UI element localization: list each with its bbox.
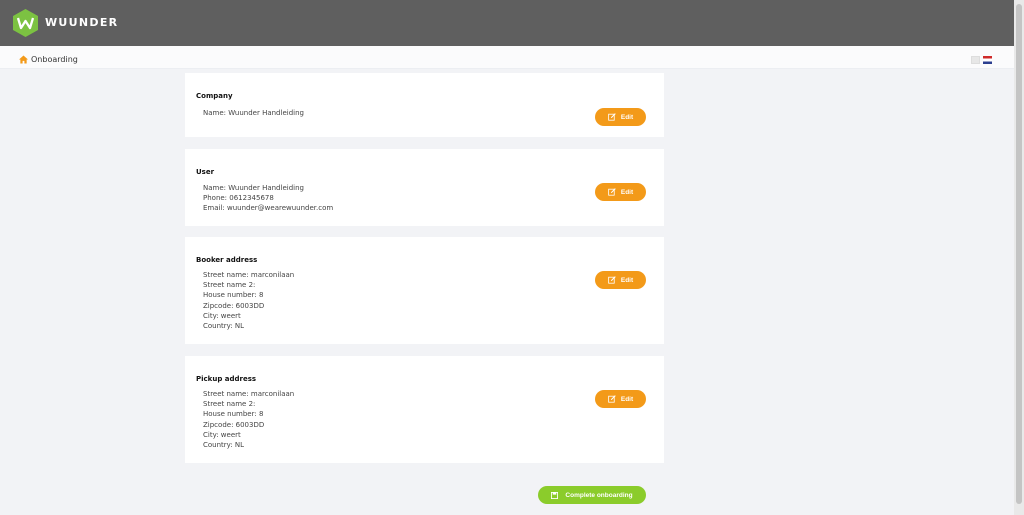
card-title: Company [196,92,233,100]
edit-icon [608,395,616,403]
detail-line: Phone: 0612345678 [203,194,274,203]
edit-icon [608,188,616,196]
card-details: Street name: marconilaan Street name 2: … [203,389,294,450]
detail-line: Country: NL [203,322,245,331]
detail-line: House number: 8 [203,410,264,419]
language-switcher [971,56,992,64]
user-card: User Name: Wuunder Handleiding Phone: 06… [185,149,664,226]
save-icon [551,491,559,499]
edit-icon [608,113,616,121]
breadcrumb-label: Onboarding [31,55,78,64]
edit-pickup-address-button[interactable]: Edit [595,390,646,408]
top-navbar: WUUNDER [0,0,1014,46]
company-card: Company Name: Wuunder Handleiding Edit [185,73,664,137]
detail-line: City: weert [203,311,241,320]
edit-label: Edit [620,276,634,284]
card-details: Street name: marconilaan Street name 2: … [203,270,294,331]
detail-line: Name: Wuunder Handleiding [203,109,304,117]
edit-company-button[interactable]: Edit [595,108,646,126]
edit-icon [608,276,616,284]
detail-line: Name: Wuunder Handleiding [203,184,304,192]
detail-line: Country: NL [203,441,245,450]
wuunder-logo-icon[interactable] [13,9,38,37]
brand-name: WUUNDER [45,16,119,29]
card-title: Booker address [196,256,258,264]
detail-line: Email: wuunder@wearewuunder.com [203,204,334,213]
detail-line: Street name: marconilaan [203,390,295,398]
detail-line: Street name 2: [203,281,256,290]
en-flag-icon[interactable] [971,56,980,64]
edit-user-button[interactable]: Edit [595,183,646,201]
booker-address-card: Booker address Street name: marconilaan … [185,237,664,344]
detail-line: Zipcode: 6003DD [203,420,265,429]
nl-flag-icon[interactable] [983,56,992,64]
detail-line: Street name 2: [203,400,256,409]
scrollbar[interactable] [1014,0,1024,515]
scrollbar-thumb[interactable] [1016,4,1022,504]
breadcrumb-bar: Onboarding [0,46,1014,69]
complete-onboarding-button[interactable]: Complete onboarding [538,486,646,504]
breadcrumb[interactable]: Onboarding [19,55,78,64]
edit-label: Edit [620,188,634,196]
card-details: Name: Wuunder Handleiding [203,108,304,118]
card-details: Name: Wuunder Handleiding Phone: 0612345… [203,183,333,214]
home-icon [19,55,28,64]
detail-line: House number: 8 [203,291,264,300]
edit-label: Edit [620,113,634,121]
detail-line: Street name: marconilaan [203,271,295,279]
card-title: Pickup address [196,375,257,383]
complete-label: Complete onboarding [565,491,633,499]
card-title: User [196,168,215,176]
edit-booker-address-button[interactable]: Edit [595,271,646,289]
edit-label: Edit [620,395,634,403]
detail-line: City: weert [203,430,241,439]
pickup-address-card: Pickup address Street name: marconilaan … [185,356,664,463]
detail-line: Zipcode: 6003DD [203,301,265,310]
